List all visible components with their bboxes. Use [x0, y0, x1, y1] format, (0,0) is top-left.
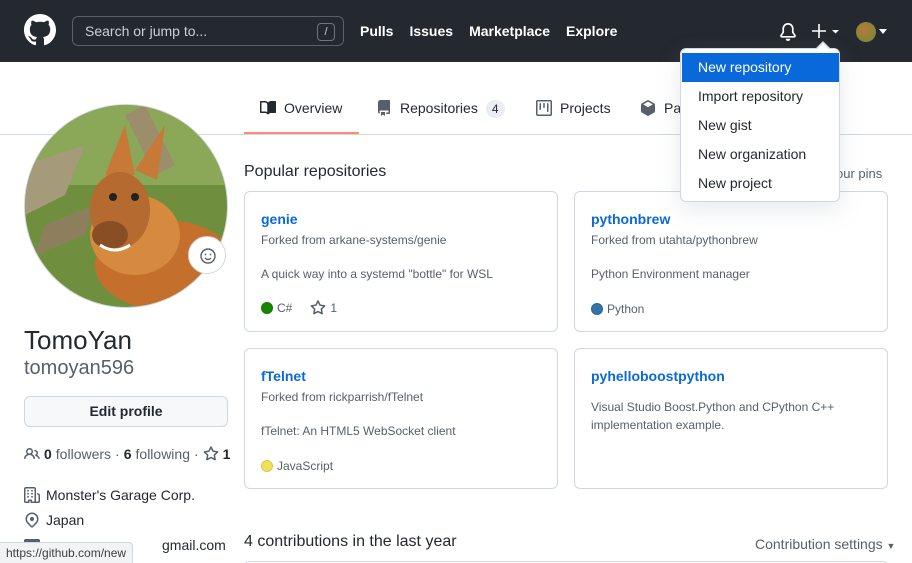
people-icon: [24, 447, 40, 460]
profile-avatar[interactable]: [24, 104, 228, 308]
fork-source: Forked from rickparrish/fTelnet: [261, 390, 424, 404]
tab-projects[interactable]: Projects: [536, 100, 611, 134]
dropdown-caret-fill: [817, 43, 829, 49]
user-avatar[interactable]: [856, 22, 876, 42]
package-icon: [641, 100, 655, 116]
tab-repositories-label: Repositories: [400, 100, 478, 116]
repo-description: fTelnet: An HTML5 WebSocket client: [261, 424, 456, 438]
follow-stats: 0 followers · 6 following · 1: [24, 446, 234, 462]
browser-status-url: https://github.com/new: [0, 542, 134, 563]
contributions-title: 4 contributions in the last year: [244, 533, 457, 550]
edit-profile-button[interactable]: Edit profile: [24, 396, 228, 427]
following-count[interactable]: 6: [124, 446, 132, 462]
plus-dropdown-icon[interactable]: [812, 21, 842, 41]
profile-location: Japan: [24, 512, 84, 528]
stars-count[interactable]: 1: [223, 446, 231, 462]
tab-overview[interactable]: Overview: [244, 100, 359, 134]
email-text[interactable]: gmail.com: [162, 537, 226, 553]
repo-card-pythonbrew: pythonbrew Forked from utahta/pythonbrew…: [574, 191, 888, 332]
bell-icon[interactable]: [779, 23, 797, 41]
repo-description: A quick way into a systemd "bottle" for …: [261, 267, 493, 281]
contribution-settings-dropdown[interactable]: Contribution settings ▼: [755, 536, 895, 552]
nav-marketplace[interactable]: Marketplace: [469, 23, 550, 39]
create-new-menu: New repository Import repository New gis…: [680, 48, 840, 202]
language-color-dot: [591, 303, 603, 315]
caret-down-icon: ▼: [886, 541, 896, 551]
menu-import-repository[interactable]: Import repository: [682, 82, 839, 111]
tab-packages[interactable]: Pa: [640, 100, 681, 134]
avatar-caret-icon[interactable]: [879, 29, 887, 34]
smiley-icon: [200, 248, 216, 264]
repo-link[interactable]: genie: [261, 211, 298, 227]
fork-source: Forked from arkane-systems/genie: [261, 233, 447, 247]
repo-description: Python Environment manager: [591, 267, 750, 281]
tab-repositories[interactable]: Repositories 4: [376, 100, 505, 134]
language-color-dot: [261, 302, 273, 314]
tab-projects-label: Projects: [560, 100, 611, 116]
menu-new-project[interactable]: New project: [682, 169, 839, 198]
customize-pins-link[interactable]: our pins: [836, 166, 882, 181]
star-icon[interactable]: [310, 300, 326, 316]
star-icon: [203, 446, 219, 461]
repo-card-genie: genie Forked from arkane-systems/genie A…: [244, 191, 558, 332]
followers-count[interactable]: 0: [44, 446, 52, 462]
tab-packages-label: Pa: [664, 100, 682, 116]
set-status-button[interactable]: [188, 236, 226, 274]
company-text: Monster's Garage Corp.: [46, 487, 195, 503]
nav-issues[interactable]: Issues: [409, 23, 453, 39]
repo-card-pyhelloboostpython: pyhelloboostpython Visual Studio Boost.P…: [574, 348, 888, 489]
repo-language: Python: [607, 302, 645, 316]
search-placeholder: Search or jump to...: [85, 23, 208, 39]
project-icon: [536, 100, 552, 116]
repo-link[interactable]: fTelnet: [261, 368, 306, 384]
search-shortcut-badge: /: [317, 23, 335, 41]
organization-icon: [24, 487, 40, 503]
repo-link[interactable]: pyhelloboostpython: [591, 368, 725, 384]
github-logo-icon[interactable]: [24, 14, 56, 46]
repo-link[interactable]: pythonbrew: [591, 211, 670, 227]
repo-icon: [378, 100, 390, 116]
menu-new-gist[interactable]: New gist: [682, 111, 839, 140]
profile-fullname: TomoYan: [24, 325, 132, 355]
search-input[interactable]: Search or jump to... /: [72, 16, 344, 46]
repo-meta: Python: [591, 302, 644, 316]
book-icon: [260, 100, 276, 115]
contribution-settings-label: Contribution settings: [755, 536, 883, 552]
language-color-dot: [261, 460, 273, 472]
global-nav: Pulls Issues Marketplace Explore: [360, 23, 633, 39]
profile-company: Monster's Garage Corp.: [24, 487, 195, 503]
followers-label[interactable]: followers: [56, 446, 111, 462]
nav-pulls[interactable]: Pulls: [360, 23, 393, 39]
repo-count-badge: 4: [485, 100, 505, 118]
repo-card-ftelnet: fTelnet Forked from rickparrish/fTelnet …: [244, 348, 558, 489]
repo-language: C#: [277, 301, 293, 315]
nav-explore[interactable]: Explore: [566, 23, 617, 39]
repo-stars[interactable]: 1: [330, 301, 337, 315]
following-label[interactable]: following: [136, 446, 190, 462]
fork-source: Forked from utahta/pythonbrew: [591, 233, 758, 247]
kangaroo-photo: [25, 105, 227, 307]
repo-language: JavaScript: [277, 459, 334, 473]
menu-new-repository[interactable]: New repository: [682, 53, 839, 82]
profile-username: tomoyan596: [24, 357, 135, 379]
menu-new-organization[interactable]: New organization: [682, 140, 839, 169]
repo-meta: JavaScript: [261, 459, 333, 473]
popular-repos-title: Popular repositories: [244, 163, 387, 180]
location-text: Japan: [46, 512, 85, 528]
repo-description: Visual Studio Boost.Python and CPython C…: [591, 400, 835, 432]
location-icon: [25, 512, 39, 528]
repo-meta: C# 1: [261, 300, 337, 316]
tab-overview-label: Overview: [284, 100, 343, 116]
